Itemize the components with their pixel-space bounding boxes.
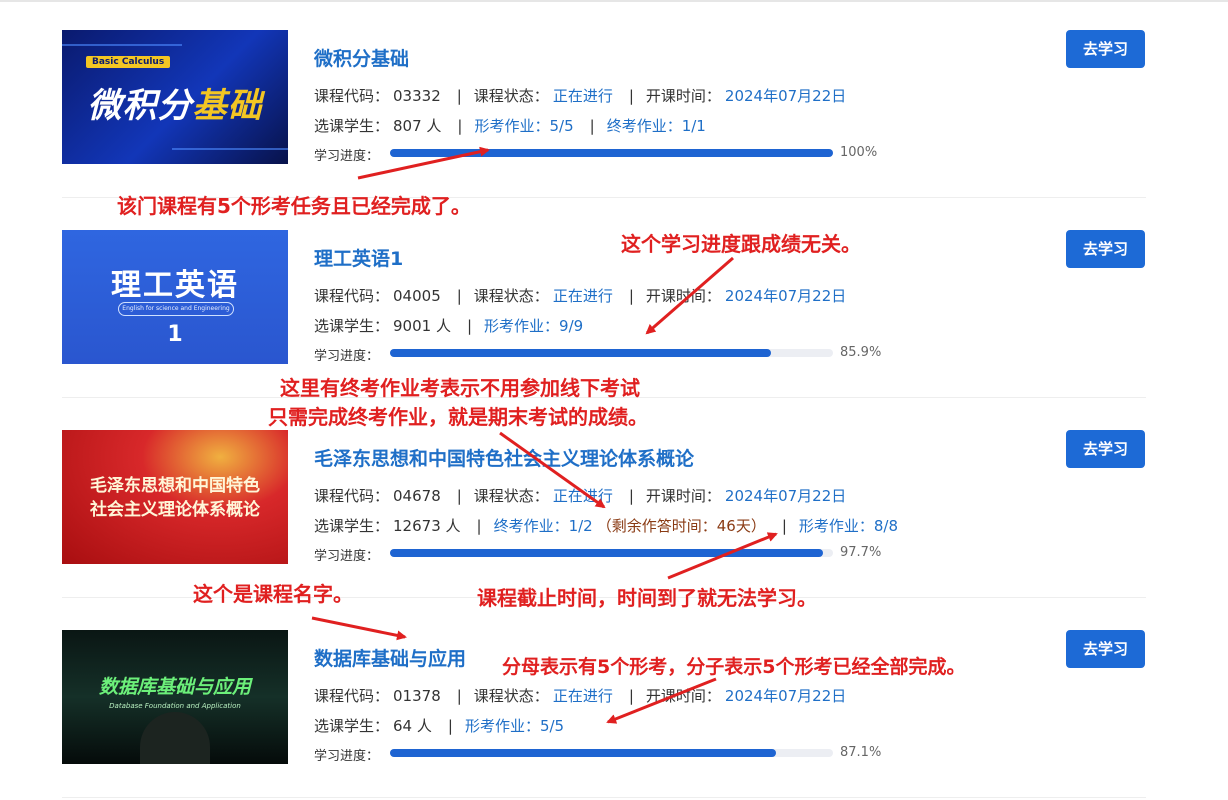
annotation-arrows xyxy=(311,146,778,724)
arrow xyxy=(499,431,606,509)
arrow xyxy=(311,616,407,641)
arrow xyxy=(667,532,778,580)
arrow xyxy=(645,256,734,335)
arrow xyxy=(357,146,490,180)
arrow xyxy=(606,677,717,724)
